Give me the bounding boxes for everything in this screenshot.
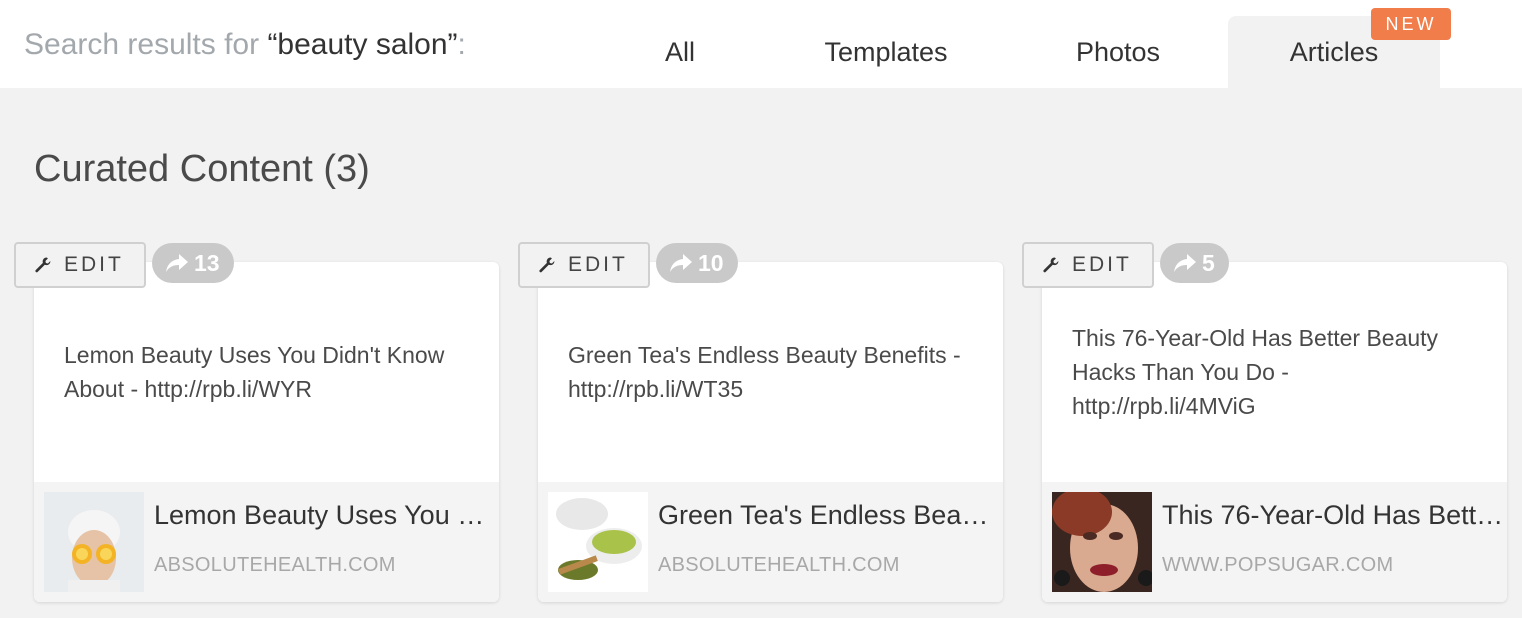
content-card[interactable]: Green Tea's Endless Beauty Benefits - ht…: [538, 262, 1003, 602]
card-link-preview[interactable]: This 76-Year-Old Has Better Beauty Hacks…: [1042, 482, 1507, 602]
tab-articles-label: Articles: [1289, 36, 1379, 67]
search-results-heading: Search results for “beauty salon”:: [24, 28, 466, 62]
search-prefix: Search results for: [24, 28, 268, 61]
tab-photos[interactable]: Photos: [1040, 16, 1196, 88]
tab-templates-label: Templates: [824, 36, 948, 67]
share-arrow-icon: [1174, 254, 1196, 272]
search-suffix: :: [457, 28, 466, 61]
edit-button[interactable]: EDIT: [14, 242, 146, 288]
card-text: Lemon Beauty Uses You Didn't Know About …: [64, 262, 469, 482]
share-count-badge: 5: [1160, 243, 1229, 283]
share-count-badge: 13: [152, 243, 234, 283]
card-text: This 76-Year-Old Has Better Beauty Hacks…: [1072, 262, 1477, 482]
edit-label: EDIT: [1072, 253, 1132, 276]
share-arrow-icon: [670, 254, 692, 272]
share-count: 10: [698, 249, 724, 276]
tab-photos-label: Photos: [1075, 36, 1161, 67]
article-thumbnail: [548, 492, 648, 592]
article-domain: ABSOLUTEHEALTH.COM: [154, 554, 396, 576]
content-card[interactable]: This 76-Year-Old Has Better Beauty Hacks…: [1042, 262, 1507, 602]
edit-label: EDIT: [568, 253, 628, 276]
article-thumbnail: [1052, 492, 1152, 592]
article-title: Lemon Beauty Uses You Didn't Know About: [154, 500, 499, 530]
article-title: This 76-Year-Old Has Better Beauty Hacks…: [1162, 500, 1507, 530]
share-count-badge: 10: [656, 243, 738, 283]
share-count: 13: [194, 249, 220, 276]
card-text-content: Green Tea's Endless Beauty Benefits - ht…: [568, 342, 961, 402]
edit-label: EDIT: [64, 253, 124, 276]
card-link-preview[interactable]: Lemon Beauty Uses You Didn't Know About …: [34, 482, 499, 602]
card-text: Green Tea's Endless Beauty Benefits - ht…: [568, 262, 973, 482]
card-link-preview[interactable]: Green Tea's Endless Beauty Benefits ABSO…: [538, 482, 1003, 602]
article-domain: WWW.POPSUGAR.COM: [1162, 554, 1394, 576]
new-badge: NEW: [1371, 8, 1451, 40]
section-title: Curated Content (3): [34, 148, 370, 190]
article-thumbnail: [44, 492, 144, 592]
card-text-content: Lemon Beauty Uses You Didn't Know About …: [64, 342, 445, 402]
content-card[interactable]: Lemon Beauty Uses You Didn't Know About …: [34, 262, 499, 602]
wrench-icon: [1043, 257, 1059, 273]
share-count: 5: [1202, 249, 1215, 276]
wrench-icon: [35, 257, 51, 273]
article-domain: ABSOLUTEHEALTH.COM: [658, 554, 900, 576]
tab-all-label: All: [664, 36, 695, 67]
wrench-icon: [539, 257, 555, 273]
edit-button[interactable]: EDIT: [518, 242, 650, 288]
tab-all[interactable]: All: [620, 16, 740, 88]
card-text-content: This 76-Year-Old Has Better Beauty Hacks…: [1072, 325, 1439, 419]
article-title: Green Tea's Endless Beauty Benefits: [658, 500, 1003, 530]
tab-templates[interactable]: Templates: [790, 16, 982, 88]
search-query: “beauty salon”: [267, 28, 458, 61]
edit-button[interactable]: EDIT: [1022, 242, 1154, 288]
share-arrow-icon: [166, 254, 188, 272]
